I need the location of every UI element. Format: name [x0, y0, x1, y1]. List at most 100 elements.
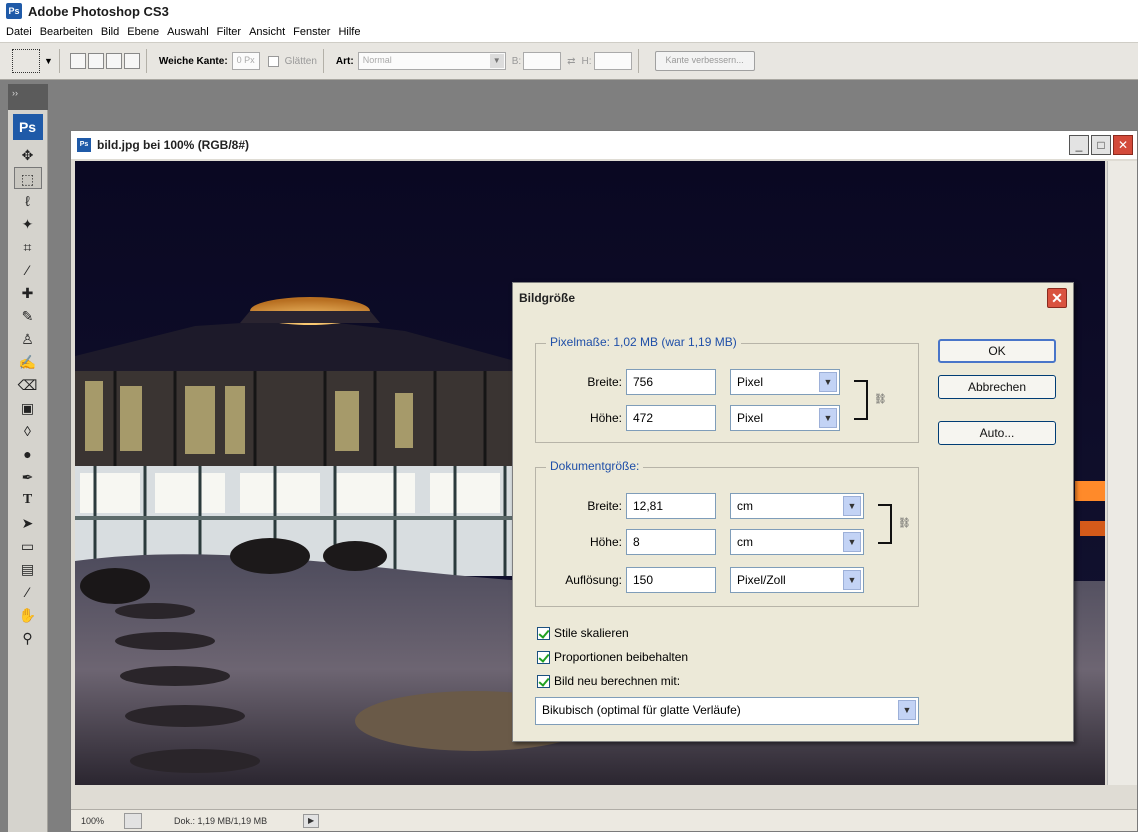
- refine-edge-button[interactable]: Kante verbessern...: [654, 51, 755, 71]
- close-icon[interactable]: ✕: [1047, 288, 1067, 308]
- eraser-tool-icon[interactable]: ⌫: [14, 374, 42, 396]
- doc-width-input[interactable]: 12,81: [626, 493, 716, 519]
- document-size-group: Dokumentgröße: Breite: 12,81 cm ▼ Höhe: …: [535, 459, 919, 607]
- resample-method-select[interactable]: Bikubisch (optimal für glatte Verläufe) …: [535, 697, 919, 725]
- scale-styles-checkbox[interactable]: [537, 626, 550, 640]
- subtract-selection-button[interactable]: [105, 53, 122, 69]
- chevron-down-icon: ▼: [843, 532, 861, 552]
- maximize-icon[interactable]: □: [1091, 135, 1111, 155]
- image-size-dialog: Bildgröße ✕ Pixelmaße: 1,02 MB (war 1,19…: [512, 282, 1074, 742]
- resample-checkbox[interactable]: [537, 674, 550, 688]
- scale-styles-row[interactable]: Stile skalieren: [537, 623, 629, 643]
- menu-filter[interactable]: Filter: [217, 26, 241, 38]
- history-brush-icon[interactable]: ✍: [14, 351, 42, 373]
- auto-button[interactable]: Auto...: [938, 421, 1056, 445]
- menu-bearbeiten[interactable]: Bearbeiten: [40, 26, 93, 38]
- ok-button[interactable]: OK: [938, 339, 1056, 363]
- pen-tool-icon[interactable]: ✒: [14, 466, 42, 488]
- zoom-level[interactable]: 100%: [81, 816, 104, 826]
- vertical-scrollbar[interactable]: [1107, 161, 1137, 785]
- document-title: bild.jpg bei 100% (RGB/8#): [97, 138, 250, 152]
- dodge-tool-icon[interactable]: ●: [14, 443, 42, 465]
- resolution-unit: Pixel/Zoll: [737, 573, 786, 587]
- move-tool-icon[interactable]: ✥: [14, 144, 42, 166]
- new-selection-button[interactable]: [69, 53, 86, 69]
- document-title-bar[interactable]: Ps bild.jpg bei 100% (RGB/8#) _ □ ✕: [71, 131, 1137, 159]
- shape-tool-icon[interactable]: ▭: [14, 535, 42, 557]
- eyedropper-icon[interactable]: ⁄: [14, 581, 42, 603]
- gradient-tool-icon[interactable]: ▣: [14, 397, 42, 419]
- resample-row[interactable]: Bild neu berechnen mit:: [537, 671, 680, 691]
- doc-width-unit-select[interactable]: cm ▼: [730, 493, 864, 519]
- constrain-proportions-row[interactable]: Proportionen beibehalten: [537, 647, 688, 667]
- clone-stamp-icon[interactable]: ♙: [14, 328, 42, 350]
- dialog-title: Bildgröße: [519, 291, 575, 305]
- close-icon[interactable]: ✕: [1113, 135, 1133, 155]
- menu-datei[interactable]: Datei: [6, 26, 32, 38]
- height-input[interactable]: [593, 52, 632, 70]
- path-selection-icon[interactable]: ➤: [14, 512, 42, 534]
- type-tool-icon[interactable]: T: [14, 489, 42, 511]
- minimize-icon[interactable]: _: [1069, 135, 1089, 155]
- divider: [322, 49, 324, 73]
- menu-fenster[interactable]: Fenster: [293, 26, 330, 38]
- menu-ansicht[interactable]: Ansicht: [249, 26, 285, 38]
- document-size: Dok.: 1,19 MB/1,19 MB: [174, 815, 268, 826]
- resolution-label: Auflösung:: [565, 573, 622, 587]
- pixel-height-input[interactable]: 472: [626, 405, 716, 431]
- pixel-width-input[interactable]: 756: [626, 369, 716, 395]
- lasso-tool-icon[interactable]: ℓ: [14, 190, 42, 212]
- tool-preset-picker[interactable]: [12, 49, 40, 73]
- chain-link-icon: ⛓: [898, 518, 911, 529]
- crop-tool-icon[interactable]: ⌗: [14, 236, 42, 258]
- chevron-down-icon: ▼: [898, 700, 916, 720]
- pixel-width-label: Breite:: [587, 375, 622, 389]
- brush-tool-icon[interactable]: ✎: [14, 305, 42, 327]
- magic-wand-icon[interactable]: ✦: [14, 213, 42, 235]
- pixel-width-row: Breite: 756 Pixel ▼: [536, 368, 840, 396]
- doc-height-input[interactable]: 8: [626, 529, 716, 555]
- dialog-title-bar[interactable]: Bildgröße ✕: [513, 283, 1073, 313]
- marquee-tool-icon[interactable]: ⬚: [13, 167, 42, 189]
- chevron-down-icon: ▼: [843, 570, 861, 590]
- intersect-selection-button[interactable]: [123, 53, 140, 69]
- selection-mode-group: [69, 53, 140, 69]
- pixel-height-unit-select[interactable]: Pixel ▼: [730, 405, 840, 431]
- style-select[interactable]: Normal ▼: [357, 52, 506, 70]
- hand-tool-icon[interactable]: ✋: [14, 604, 42, 626]
- pixel-width-unit: Pixel: [737, 375, 764, 389]
- resolution-input[interactable]: 150: [626, 567, 716, 593]
- add-selection-button[interactable]: [87, 53, 104, 69]
- zoom-tool-icon[interactable]: ⚲: [14, 627, 42, 649]
- menu-hilfe[interactable]: Hilfe: [338, 26, 360, 38]
- chevron-down-icon: ▼: [819, 408, 837, 428]
- antialias-checkbox[interactable]: [267, 55, 279, 67]
- scale-styles-label: Stile skalieren: [554, 626, 629, 640]
- slice-tool-icon[interactable]: ⁄: [14, 259, 42, 281]
- status-bar: 100% Dok.: 1,19 MB/1,19 MB ▶: [71, 809, 1137, 831]
- menu-bild[interactable]: Bild: [101, 26, 119, 38]
- pixel-dimensions-legend: Pixelmaße: 1,02 MB (war 1,19 MB): [546, 335, 741, 349]
- chevron-down-icon: ▼: [819, 372, 837, 392]
- cancel-button[interactable]: Abbrechen: [938, 375, 1056, 399]
- menu-auswahl[interactable]: Auswahl: [167, 26, 209, 38]
- notes-tool-icon[interactable]: ▤: [14, 558, 42, 580]
- healing-brush-icon[interactable]: ✚: [14, 282, 42, 304]
- photoshop-logo[interactable]: Ps: [12, 114, 43, 140]
- status-menu-arrow-icon[interactable]: ▶: [303, 813, 320, 828]
- options-bar: ▼ Weiche Kante: 0 Px Glätten Art: Normal…: [0, 42, 1138, 80]
- chevron-down-icon[interactable]: ▼: [44, 56, 53, 66]
- resolution-unit-select[interactable]: Pixel/Zoll ▼: [730, 567, 864, 593]
- width-input[interactable]: [523, 52, 562, 70]
- blur-tool-icon[interactable]: ◊: [14, 420, 42, 442]
- menu-ebene[interactable]: Ebene: [127, 26, 159, 38]
- chevron-down-icon: ▼: [489, 54, 504, 68]
- doc-height-unit-select[interactable]: cm ▼: [730, 529, 864, 555]
- zoom-icon[interactable]: [124, 812, 143, 829]
- toolbox-grip[interactable]: ››: [8, 84, 48, 110]
- app-title: Adobe Photoshop CS3: [28, 3, 169, 19]
- pixel-width-unit-select[interactable]: Pixel ▼: [730, 369, 840, 395]
- constrain-proportions-checkbox[interactable]: [537, 650, 550, 664]
- swap-icon[interactable]: ⇄: [567, 56, 575, 67]
- feather-input[interactable]: 0 Px: [231, 52, 260, 70]
